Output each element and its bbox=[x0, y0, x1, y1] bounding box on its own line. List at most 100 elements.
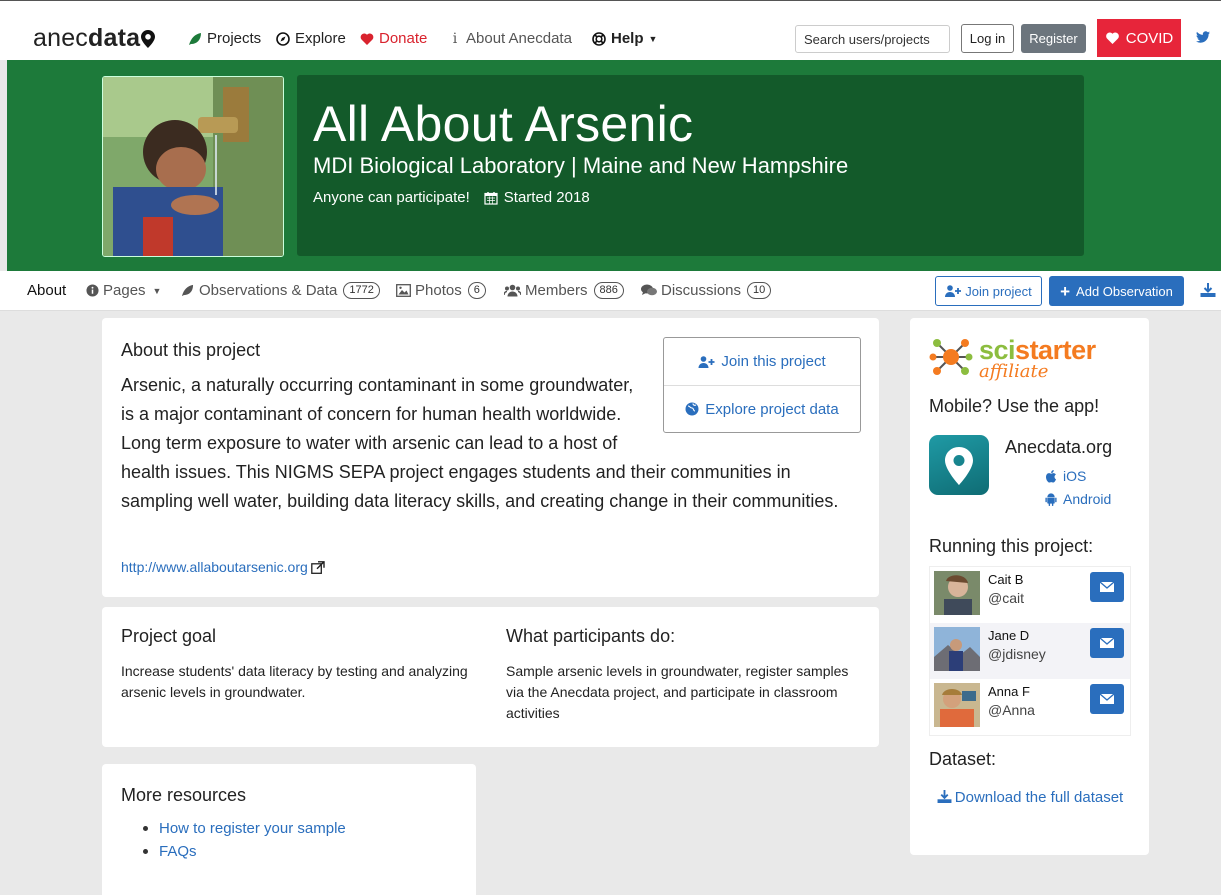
brand-text-plain: anec bbox=[33, 24, 89, 52]
lifebuoy-icon bbox=[592, 31, 606, 46]
apple-icon bbox=[1046, 469, 1057, 483]
user-plus-icon bbox=[698, 355, 715, 368]
nav-explore[interactable]: Explore bbox=[276, 30, 346, 47]
tab-about[interactable]: About bbox=[27, 282, 66, 299]
explore-project-data-label: Explore project data bbox=[705, 400, 839, 418]
join-this-project-button[interactable]: Join this project bbox=[664, 338, 860, 385]
nav-projects[interactable]: Projects bbox=[188, 30, 261, 47]
explore-project-data-button[interactable]: Explore project data bbox=[664, 385, 860, 432]
scistarter-icon bbox=[929, 339, 973, 375]
participants-section: What participants do: Sample arsenic lev… bbox=[506, 626, 856, 724]
join-project-button[interactable]: Join project bbox=[935, 276, 1042, 306]
started-text: Started 2018 bbox=[503, 189, 590, 206]
project-goal-section: Project goal Increase students' data lit… bbox=[121, 626, 471, 703]
avatar[interactable] bbox=[934, 627, 980, 671]
covid-button[interactable]: COVID bbox=[1097, 19, 1181, 57]
login-button[interactable]: Log in bbox=[961, 24, 1014, 53]
nav-donate[interactable]: Donate bbox=[360, 30, 427, 47]
twitter-icon[interactable] bbox=[1196, 31, 1210, 43]
leaf-icon bbox=[181, 284, 194, 297]
dataset-heading: Dataset: bbox=[929, 749, 997, 769]
project-actions: Join this project Explore project data bbox=[663, 337, 861, 433]
project-website-label: http://www.allaboutarsenic.org bbox=[121, 559, 308, 575]
compass-icon bbox=[276, 31, 290, 46]
project-hero: All About Arsenic MDI Biological Laborat… bbox=[7, 60, 1221, 271]
anecdata-logo[interactable]: anecdata bbox=[33, 24, 156, 53]
leaf-icon bbox=[189, 32, 201, 45]
nav-donate-label: Donate bbox=[379, 30, 428, 47]
message-button[interactable] bbox=[1090, 572, 1124, 602]
join-project-label: Join project bbox=[965, 283, 1032, 299]
android-app-link[interactable]: Android bbox=[1045, 491, 1111, 507]
about-heading: About this project bbox=[121, 340, 261, 360]
comments-icon bbox=[641, 284, 657, 296]
nav-help[interactable]: Help ▼ bbox=[592, 30, 657, 47]
tab-pages[interactable]: Pages ▼ bbox=[86, 282, 161, 299]
nav-about-label: About Anecdata bbox=[466, 30, 572, 47]
register-button[interactable]: Register bbox=[1021, 24, 1086, 53]
organizer-username: @Anna bbox=[988, 702, 1035, 718]
map-pin-icon bbox=[141, 30, 156, 48]
add-observation-button[interactable]: + Add Observation bbox=[1049, 276, 1184, 306]
resource-link-faqs[interactable]: FAQs bbox=[159, 843, 197, 860]
tab-about-label: About bbox=[27, 282, 67, 299]
project-goal-heading: Project goal bbox=[121, 626, 217, 646]
tab-photos[interactable]: Photos 6 bbox=[396, 282, 486, 299]
download-dataset-label: Download the full dataset bbox=[954, 789, 1124, 806]
participation-text: Anyone can participate! bbox=[313, 189, 470, 206]
message-button[interactable] bbox=[1090, 628, 1124, 658]
photos-count-badge: 6 bbox=[467, 282, 486, 299]
envelope-icon bbox=[1100, 582, 1114, 592]
mobile-app-heading: Mobile? Use the app! bbox=[929, 396, 1100, 416]
organizer-username: @jdisney bbox=[988, 646, 1046, 662]
members-count-badge: 886 bbox=[593, 282, 624, 299]
avatar[interactable] bbox=[934, 683, 980, 727]
heart-icon bbox=[1105, 32, 1119, 44]
list-item: Jane D @jdisney bbox=[930, 623, 1130, 679]
ios-app-link[interactable]: iOS bbox=[1045, 468, 1086, 484]
ios-label: iOS bbox=[1063, 468, 1087, 484]
scistarter-affiliate-logo[interactable]: scistarter affiliate bbox=[929, 333, 1109, 382]
tab-members-label: Members bbox=[525, 282, 588, 299]
external-link-icon bbox=[310, 560, 325, 574]
download-dataset-link[interactable]: Download the full dataset bbox=[929, 786, 1131, 809]
resources-card: More resources How to register your samp… bbox=[102, 764, 476, 895]
hero-panel: All About Arsenic MDI Biological Laborat… bbox=[297, 75, 1084, 256]
list-item: Cait B @cait bbox=[930, 567, 1130, 623]
organizer-name: Jane D bbox=[988, 628, 1030, 643]
resource-link-register[interactable]: How to register your sample bbox=[159, 820, 346, 837]
nav-about[interactable]: i About Anecdata bbox=[449, 30, 572, 47]
covid-label: COVID bbox=[1125, 29, 1174, 47]
project-image bbox=[102, 76, 284, 257]
search-input[interactable] bbox=[795, 25, 950, 53]
anecdata-app-icon[interactable] bbox=[929, 435, 989, 495]
join-this-project-label: Join this project bbox=[721, 353, 826, 370]
list-item: FAQs bbox=[140, 840, 346, 863]
tab-discussions[interactable]: Discussions 10 bbox=[641, 282, 772, 299]
running-heading: Running this project: bbox=[929, 536, 1094, 556]
info-circle-icon bbox=[86, 284, 99, 297]
sidebar-card: scistarter affiliate Mobile? Use the app… bbox=[910, 318, 1149, 855]
project-tabbar: About Pages ▼ Observations & Data 1772 P… bbox=[0, 271, 1221, 311]
project-website-link[interactable]: http://www.allaboutarsenic.org bbox=[121, 559, 325, 575]
download-icon[interactable] bbox=[1200, 283, 1216, 297]
tab-pages-label: Pages bbox=[103, 282, 146, 299]
globe-icon bbox=[685, 402, 699, 416]
tab-observations[interactable]: Observations & Data 1772 bbox=[180, 282, 380, 299]
participants-text: Sample arsenic levels in groundwater, re… bbox=[506, 663, 849, 721]
resources-heading: More resources bbox=[121, 785, 247, 805]
envelope-icon bbox=[1100, 694, 1114, 704]
download-icon bbox=[937, 790, 952, 803]
resources-list: How to register your sample FAQs bbox=[140, 817, 346, 863]
organizer-username: @cait bbox=[988, 590, 1024, 606]
heart-icon bbox=[360, 33, 374, 45]
goal-card: Project goal Increase students' data lit… bbox=[102, 607, 879, 747]
app-name: Anecdata.org bbox=[1005, 437, 1113, 457]
calendar-icon bbox=[484, 191, 498, 205]
avatar[interactable] bbox=[934, 571, 980, 615]
nav-projects-label: Projects bbox=[207, 30, 262, 47]
tab-members[interactable]: Members 886 bbox=[504, 282, 624, 299]
participants-heading: What participants do: bbox=[506, 626, 676, 646]
message-button[interactable] bbox=[1090, 684, 1124, 714]
list-item: Anna F @Anna bbox=[930, 679, 1130, 735]
